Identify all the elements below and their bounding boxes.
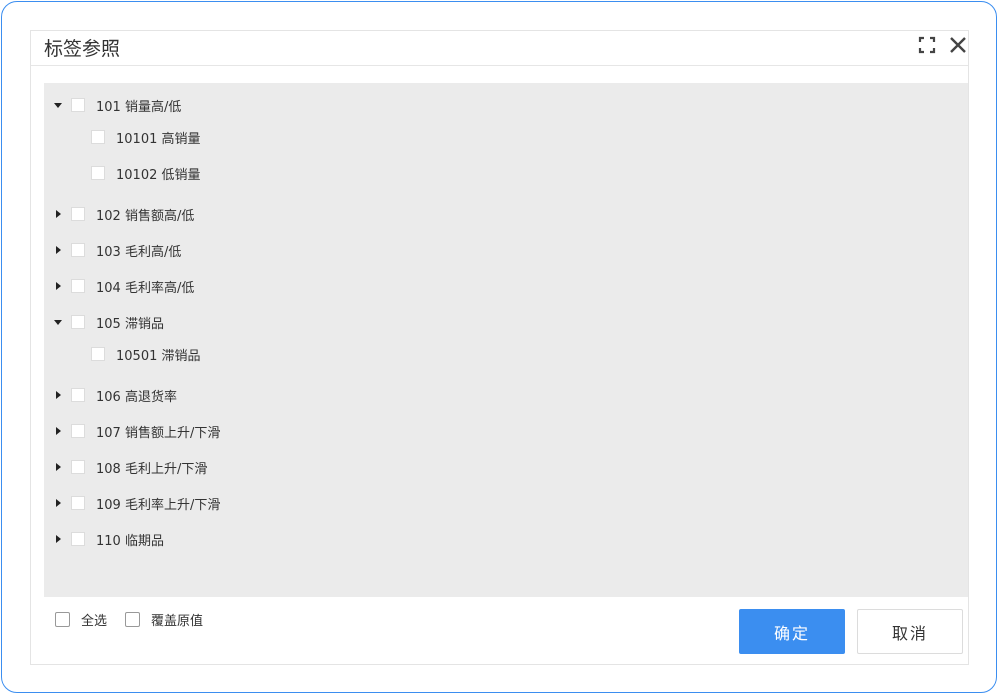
tree-item-label: 102 销售额高/低 (96, 208, 195, 224)
caret-right-icon[interactable] (51, 460, 65, 474)
tree-item[interactable]: 102 销售额高/低 (51, 204, 194, 224)
caret-right-icon[interactable] (51, 424, 65, 438)
tree-item-label: 101 销量高/低 (96, 99, 182, 115)
overwrite-label: 覆盖原值 (151, 614, 204, 629)
confirm-button[interactable]: 确定 (739, 609, 845, 654)
dialog-titlebar: 标签参照 (31, 31, 968, 66)
tree-item-checkbox[interactable] (71, 279, 85, 293)
tree-item-checkbox[interactable] (91, 166, 105, 180)
tree-item-label: 104 毛利率高/低 (96, 280, 195, 296)
tree-item-checkbox[interactable] (71, 315, 85, 329)
tree-item-checkbox[interactable] (71, 532, 85, 546)
close-icon[interactable] (948, 35, 968, 55)
tree-item[interactable]: 105 滞销品 (51, 312, 164, 332)
dialog-title: 标签参照 (44, 38, 121, 60)
tree-item-checkbox[interactable] (91, 347, 105, 361)
cancel-button[interactable]: 取消 (857, 609, 963, 654)
tree-item-checkbox[interactable] (91, 130, 105, 144)
tree-item-label: 107 销售额上升/下滑 (96, 425, 221, 441)
caret-down-icon[interactable] (51, 315, 65, 329)
tree-item-checkbox[interactable] (71, 98, 85, 112)
tree-item-checkbox[interactable] (71, 243, 85, 257)
tree-item[interactable]: 109 毛利率上升/下滑 (51, 493, 220, 513)
tag-reference-dialog: 标签参照 101 销量高/低 10101 高销量 10102 低销量 102 销售额高… (30, 30, 969, 665)
overwrite-checkbox[interactable] (125, 612, 140, 627)
tree-item[interactable]: 103 毛利高/低 (51, 240, 181, 260)
caret-right-icon[interactable] (51, 532, 65, 546)
tree-item-label: 10102 低销量 (116, 167, 201, 183)
tree-item[interactable]: 101 销量高/低 (51, 95, 181, 115)
tree-child-item[interactable]: 10102 低销量 (91, 163, 201, 183)
select-all-checkbox[interactable] (55, 612, 70, 627)
tree-item-label: 106 高退货率 (96, 389, 177, 405)
tree-item-checkbox[interactable] (71, 460, 85, 474)
tree-item[interactable]: 108 毛利上升/下滑 (51, 457, 207, 477)
tag-tree-panel: 101 销量高/低 10101 高销量 10102 低销量 102 销售额高/低 103… (44, 83, 968, 597)
tree-item-checkbox[interactable] (71, 388, 85, 402)
tree-item-label: 10101 高销量 (116, 131, 201, 147)
caret-down-icon[interactable] (51, 98, 65, 112)
tree-item[interactable]: 107 销售额上升/下滑 (51, 421, 220, 441)
tree-item-label: 105 滞销品 (96, 316, 164, 332)
tree-item-label: 108 毛利上升/下滑 (96, 461, 208, 477)
caret-right-icon[interactable] (51, 496, 65, 510)
select-all-label: 全选 (81, 614, 108, 629)
tree-child-item[interactable]: 10101 高销量 (91, 127, 201, 147)
caret-right-icon[interactable] (51, 207, 65, 221)
tree-item-checkbox[interactable] (71, 424, 85, 438)
select-all-option[interactable]: 全选 (55, 610, 107, 629)
caret-right-icon[interactable] (51, 279, 65, 293)
tree-item-checkbox[interactable] (71, 496, 85, 510)
tree-item[interactable]: 104 毛利率高/低 (51, 276, 194, 296)
tree-item-label: 110 临期品 (96, 533, 164, 549)
maximize-icon[interactable] (917, 35, 937, 55)
overwrite-option[interactable]: 覆盖原值 (125, 610, 203, 629)
caret-right-icon[interactable] (51, 243, 65, 257)
tree-item[interactable]: 110 临期品 (51, 529, 164, 549)
tree-item-label: 10501 滞销品 (116, 348, 201, 364)
tree-item-label: 103 毛利高/低 (96, 244, 182, 260)
tree-child-item[interactable]: 10501 滞销品 (91, 344, 201, 364)
caret-right-icon[interactable] (51, 388, 65, 402)
tree-item-label: 109 毛利率上升/下滑 (96, 497, 221, 513)
tree-item[interactable]: 106 高退货率 (51, 385, 177, 405)
tree-item-checkbox[interactable] (71, 207, 85, 221)
